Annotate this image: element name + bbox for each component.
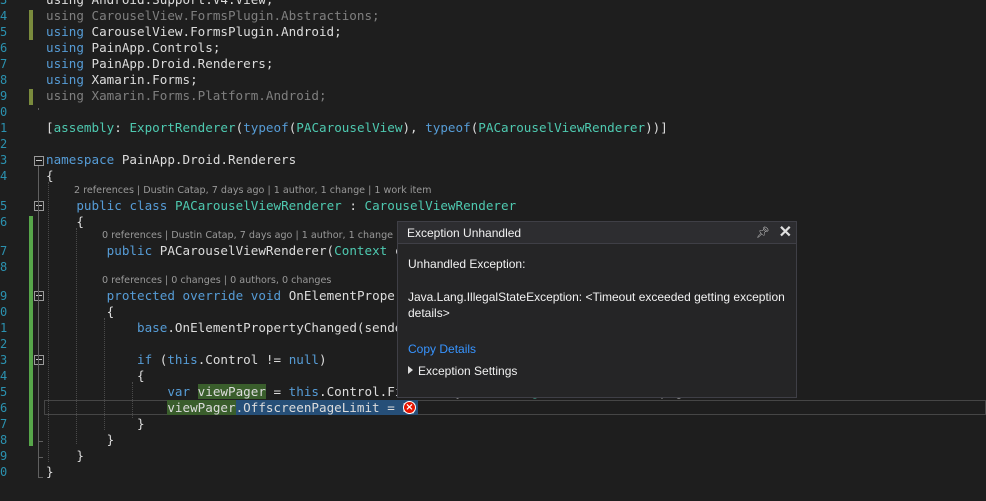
code-line[interactable]: protected override void OnElementPropert… — [46, 288, 426, 304]
line-number: 9 — [0, 89, 8, 103]
line-number: 2 — [0, 137, 8, 151]
line-number: 0 — [0, 305, 8, 319]
line-number: 7 — [0, 244, 8, 258]
change-marker — [29, 10, 33, 40]
line-number: 3 — [0, 153, 8, 167]
line-number: 4 — [0, 9, 8, 23]
line-number: 3 — [0, 353, 8, 367]
code-line[interactable]: namespace PainApp.Droid.Renderers — [46, 152, 296, 168]
line-number: 8 — [0, 433, 8, 447]
code-line[interactable]: } — [46, 448, 84, 464]
code-line[interactable]: using PainApp.Droid.Renderers; — [46, 56, 273, 72]
line-number: 6 — [0, 215, 8, 229]
line-number: 9 — [0, 449, 8, 463]
code-line[interactable]: public class PACarouselViewRenderer : Ca… — [46, 198, 516, 214]
code-line[interactable]: using CarouselView.FormsPlugin.Abstracti… — [46, 8, 380, 24]
line-number: 1 — [0, 321, 8, 335]
collapse-if-icon[interactable] — [34, 355, 44, 365]
collapse-class-icon[interactable] — [34, 201, 44, 211]
code-line[interactable]: { — [46, 214, 84, 230]
outline-end — [38, 477, 43, 478]
codelens-class[interactable]: 2 references | Dustin Catap, 7 days ago … — [74, 185, 432, 196]
exception-helper-popup: Exception Unhandled 📌︎ ✕ Unhandled Excep… — [397, 221, 797, 398]
line-number: 7 — [0, 417, 8, 431]
code-line[interactable]: using Xamarin.Forms.Platform.Android; — [46, 88, 327, 104]
line-number: 1 — [0, 121, 8, 135]
change-marker — [29, 216, 33, 446]
exception-settings-expander[interactable]: Exception Settings — [408, 364, 517, 378]
change-marker — [29, 89, 33, 105]
outline-end — [38, 441, 43, 442]
collapse-method-icon[interactable] — [34, 291, 44, 301]
line-number: 3 — [0, 0, 8, 7]
code-line-text: CarouselView.FormsPlugin.Abstractions; — [91, 8, 380, 23]
line-number: 2 — [0, 337, 8, 351]
exception-heading: Unhandled Exception: — [408, 257, 526, 271]
line-number: 6 — [0, 401, 8, 415]
code-line[interactable]: using Android.Support.V4.View; — [46, 0, 273, 8]
codelens-constructor[interactable]: 0 references | Dustin Catap, 7 days ago … — [102, 230, 409, 241]
line-number: 8 — [0, 260, 8, 274]
outline-end — [38, 457, 43, 458]
line-number: 4 — [0, 369, 8, 383]
code-line[interactable]: [assembly: ExportRenderer(typeof(PACarou… — [46, 120, 668, 136]
line-number: 8 — [0, 73, 8, 87]
line-number: 0 — [0, 105, 8, 119]
outline-line — [38, 166, 39, 478]
collapse-namespace-icon[interactable] — [34, 156, 44, 166]
line-number: 5 — [0, 385, 8, 399]
line-number: 6 — [0, 41, 8, 55]
code-line[interactable]: viewPager.OffscreenPageLimit = 3; — [46, 400, 418, 416]
code-line[interactable]: { — [46, 168, 54, 184]
popup-title-bar: Exception Unhandled 📌︎ ✕ — [398, 222, 796, 244]
line-number: 5 — [0, 199, 8, 213]
code-line[interactable]: using Xamarin.Forms; — [46, 72, 198, 88]
copy-details-link[interactable]: Copy Details — [408, 342, 476, 356]
popup-title: Exception Unhandled — [407, 226, 522, 240]
codelens-method[interactable]: 0 references | 0 changes | 0 authors, 0 … — [102, 275, 331, 286]
expand-triangle-icon — [408, 366, 413, 374]
code-line[interactable]: public PACarouselViewRenderer(Context co… — [46, 243, 425, 259]
code-line[interactable]: { — [46, 304, 115, 320]
line-number: 7 — [0, 57, 8, 71]
line-number: 9 — [0, 289, 8, 303]
code-line[interactable]: using PainApp.Controls; — [46, 40, 220, 56]
line-number: 5 — [0, 25, 8, 39]
line-number: 4 — [0, 169, 8, 183]
close-icon[interactable]: ✕ — [779, 222, 792, 244]
code-line[interactable]: } — [46, 432, 115, 448]
line-number: 0 — [0, 465, 8, 479]
code-line[interactable]: } — [46, 416, 145, 432]
outline-line — [38, 108, 39, 110]
exception-settings-label: Exception Settings — [418, 364, 518, 378]
pin-icon[interactable]: 📌︎ — [756, 222, 770, 244]
code-line[interactable]: } — [46, 464, 54, 480]
code-line[interactable]: { — [46, 368, 145, 384]
code-line[interactable]: if (this.Control != null) — [46, 352, 327, 368]
code-line[interactable]: using CarouselView.FormsPlugin.Android; — [46, 24, 342, 40]
exception-message: Java.Lang.IllegalStateException: <Timeou… — [408, 290, 785, 320]
using-keyword: using — [46, 8, 92, 23]
code-line[interactable]: base.OnElementPropertyChanged(sender, — [46, 320, 425, 336]
error-icon[interactable]: × — [403, 401, 416, 414]
